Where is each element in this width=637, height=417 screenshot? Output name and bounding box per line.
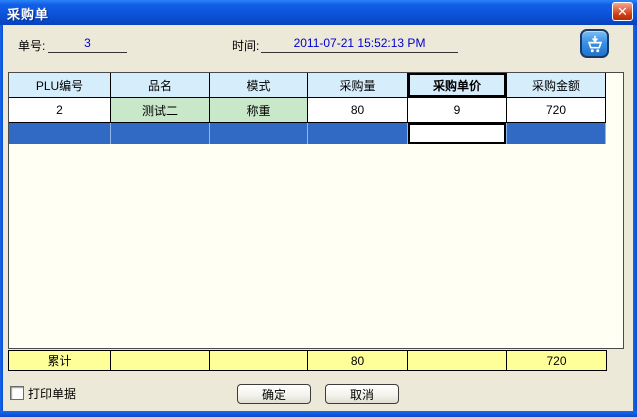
cell-plu[interactable]: 2 — [9, 98, 111, 123]
close-icon: ✕ — [617, 4, 628, 19]
header-unit-price[interactable]: 采购单价 — [408, 73, 507, 98]
table-row-selected-empty[interactable] — [9, 123, 606, 144]
totals-row: 累计 80 720 — [8, 350, 607, 371]
cell-name[interactable]: 测试二 — [111, 98, 210, 123]
totals-empty — [408, 351, 507, 370]
cell-plu-empty[interactable] — [9, 123, 111, 144]
cell-mode[interactable]: 称重 — [210, 98, 308, 123]
header-plu[interactable]: PLU编号 — [9, 73, 111, 98]
add-item-cart-button[interactable] — [580, 29, 609, 58]
window-border-right — [633, 25, 637, 417]
totals-empty — [111, 351, 210, 370]
window-border-bottom — [0, 411, 637, 417]
table-row[interactable]: 2 测试二 称重 80 9 720 — [9, 98, 623, 123]
header-mode[interactable]: 模式 — [210, 73, 308, 98]
header-amount[interactable]: 采购金额 — [507, 73, 606, 98]
time-label: 时间: — [232, 37, 259, 54]
window-title: 采购单 — [7, 4, 49, 23]
print-receipt-label: 打印单据 — [28, 385, 76, 402]
window-border-left — [0, 25, 3, 417]
time-value: 2011-07-21 15:52:13 PM — [261, 36, 458, 53]
totals-empty — [210, 351, 308, 370]
cell-qty[interactable]: 80 — [308, 98, 408, 123]
cell-qty-empty[interactable] — [308, 123, 408, 144]
cell-mode-empty[interactable] — [210, 123, 308, 144]
items-table: PLU编号 品名 模式 采购量 采购单价 采购金额 2 测试二 称重 80 9 … — [8, 72, 624, 349]
cell-amount-empty[interactable] — [507, 123, 606, 144]
totals-amount: 720 — [507, 351, 606, 370]
unit-price-edit-input[interactable] — [408, 123, 506, 144]
order-no-value: 3 — [48, 36, 127, 53]
purchase-order-dialog: 采购单 ✕ 单号: 3 时间: 2011-07-21 15:52:13 PM P… — [0, 0, 637, 417]
totals-qty: 80 — [308, 351, 408, 370]
cell-amount[interactable]: 720 — [507, 98, 606, 123]
cell-unit-price[interactable]: 9 — [408, 98, 507, 123]
table-header-row: PLU编号 品名 模式 采购量 采购单价 采购金额 — [9, 73, 623, 98]
ok-button[interactable]: 确定 — [237, 384, 311, 404]
print-receipt-checkbox[interactable] — [10, 386, 24, 400]
close-button[interactable]: ✕ — [612, 2, 633, 21]
header-name[interactable]: 品名 — [111, 73, 210, 98]
cell-unit-price-editing — [408, 123, 507, 144]
cell-name-empty[interactable] — [111, 123, 210, 144]
shopping-cart-icon — [584, 33, 606, 55]
title-bar: 采购单 — [0, 0, 637, 25]
order-no-label: 单号: — [18, 37, 45, 54]
header-qty[interactable]: 采购量 — [308, 73, 408, 98]
totals-label: 累计 — [9, 351, 111, 370]
cancel-button[interactable]: 取消 — [325, 384, 399, 404]
